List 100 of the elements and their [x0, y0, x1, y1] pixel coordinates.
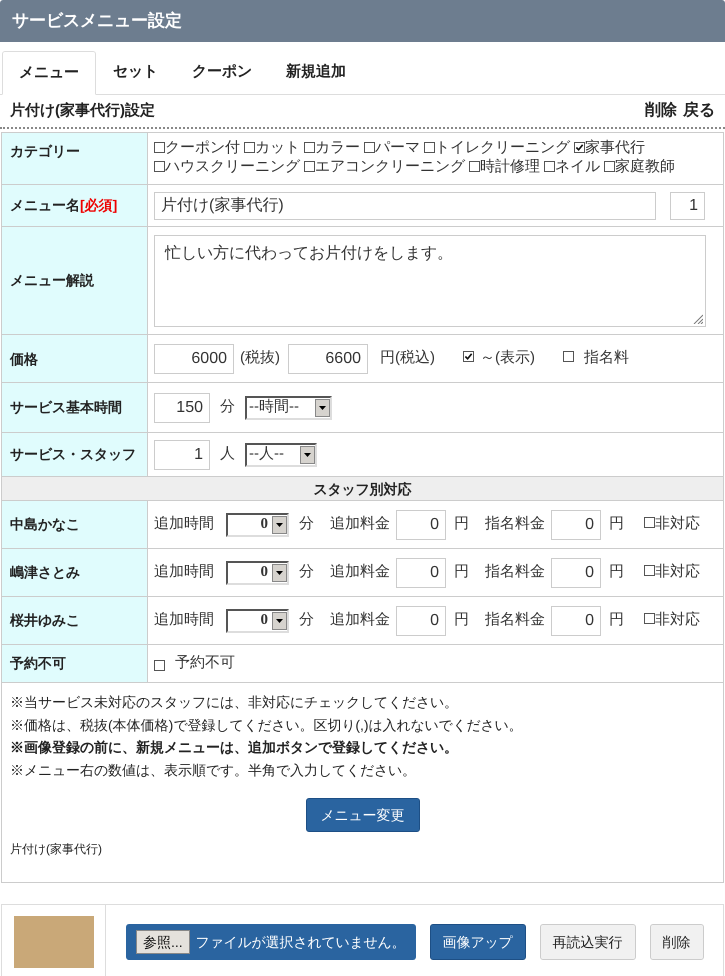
unit-label: 円(税込) — [380, 348, 435, 368]
number-input[interactable]: 150 — [154, 392, 210, 422]
checkbox-label: ネイル — [555, 157, 600, 176]
tab[interactable]: クーポン — [175, 50, 269, 94]
checkbox[interactable] — [644, 613, 655, 624]
checkbox[interactable] — [424, 142, 435, 153]
dropdown[interactable]: 0 — [226, 608, 289, 632]
fee-input[interactable]: 0 — [551, 606, 601, 636]
checkbox-label: 非対応 — [655, 562, 700, 582]
unit-label: 円 — [609, 610, 624, 630]
unit-label: 円 — [609, 562, 624, 582]
field-label: サービス・スタッフ — [10, 445, 136, 464]
checkbox-label: 非対応 — [655, 514, 700, 534]
field-label: メニュー解説 — [10, 271, 94, 290]
textarea[interactable]: 忙しい方に代わってお片付けをします。 — [154, 234, 706, 326]
table-heading: スタッフ別対応 — [2, 477, 723, 501]
dropdown[interactable]: --人-- — [245, 442, 317, 466]
fee-input[interactable]: 0 — [396, 558, 446, 588]
checkbox[interactable] — [304, 142, 315, 153]
unit-label: 円 — [454, 610, 469, 630]
field-label: 指名料金 — [485, 514, 545, 534]
checkbox-label: カット — [255, 138, 300, 157]
field-label: 価格 — [10, 350, 38, 369]
fee-input[interactable]: 0 — [396, 606, 446, 636]
tab[interactable]: 新規追加 — [269, 50, 363, 94]
checkbox[interactable] — [364, 142, 375, 153]
checkbox-label: ハウスクリーニング — [165, 157, 300, 176]
caption-text: 片付け(家事代行) — [10, 841, 103, 858]
price-input[interactable]: 6000 — [154, 344, 234, 374]
fee-input[interactable]: 0 — [551, 558, 601, 588]
checkbox[interactable] — [604, 161, 615, 172]
price-input[interactable]: 6600 — [288, 344, 368, 374]
upload-action-button[interactable]: 再読込実行 — [540, 924, 636, 960]
checkbox[interactable] — [544, 161, 555, 172]
checkbox-label: 予約不可 — [175, 653, 235, 674]
checkbox[interactable] — [563, 351, 574, 362]
note-text: ※メニュー右の数値は、表示順です。半角で入力してください。 — [10, 760, 417, 780]
field-label: 追加時間 — [154, 514, 214, 534]
checkbox[interactable] — [644, 517, 655, 528]
required-tag: [必須] — [80, 195, 118, 216]
number-input[interactable]: 1 — [154, 440, 210, 470]
caret-icon — [300, 446, 315, 464]
action-link[interactable]: 削除 — [645, 99, 677, 123]
checkbox-label: ～(表示) — [480, 348, 535, 368]
checkbox-label: 指名料 — [584, 348, 629, 368]
field-label: メニュー名 — [10, 196, 80, 215]
fee-input[interactable]: 0 — [551, 510, 601, 540]
field-label: カテゴリー — [10, 142, 80, 161]
order-input[interactable]: 1 — [670, 192, 705, 220]
checkbox[interactable] — [469, 161, 480, 172]
unit-label: (税抜) — [240, 348, 280, 368]
field-label: 桜井ゆみこ — [10, 611, 80, 630]
checkbox-label: 家事代行 — [585, 138, 645, 157]
fee-input[interactable]: 0 — [396, 510, 446, 540]
unit-label: 分 — [299, 514, 314, 534]
checkbox-label: トイレクリーニング — [435, 138, 570, 157]
checkbox-label: 時計修理 — [480, 157, 540, 176]
field-label: 指名料金 — [485, 610, 545, 630]
note-text: ※価格は、税抜(本体価格)で登録してください。区切り(,)は入れないでください。 — [10, 716, 524, 735]
checkbox[interactable] — [574, 142, 585, 153]
checkbox[interactable] — [644, 565, 655, 576]
checkbox[interactable] — [154, 142, 165, 153]
unit-label: 円 — [454, 514, 469, 534]
caret-icon — [315, 398, 330, 416]
dropdown[interactable]: --時間-- — [245, 396, 332, 420]
unit-label: 分 — [299, 610, 314, 630]
submit-button[interactable]: メニュー変更 — [306, 798, 420, 832]
checkbox[interactable] — [154, 660, 165, 671]
field-label: 追加時間 — [154, 562, 214, 582]
checkbox-label: パーマ — [375, 138, 420, 157]
checkbox[interactable] — [154, 161, 165, 172]
note-text: ※当サービス未対応のスタッフには、非対応にチェックしてください。 — [10, 693, 459, 712]
tab[interactable]: セット — [96, 50, 175, 94]
checkbox-label: エアコンクリーニング — [315, 157, 465, 176]
unit-label: 分 — [220, 397, 235, 418]
dropdown[interactable]: 0 — [226, 560, 289, 584]
text-input[interactable]: 片付け(家事代行) — [154, 192, 656, 220]
field-label: 予約不可 — [10, 654, 66, 673]
checkbox-label: 非対応 — [655, 610, 700, 630]
upload-action-button[interactable]: 画像アップ — [430, 924, 526, 960]
field-label: 中島かなこ — [10, 515, 80, 534]
field-label: 追加料金 — [330, 610, 390, 630]
dropdown[interactable]: 0 — [226, 512, 289, 536]
field-label: サービス基本時間 — [10, 398, 122, 417]
file-status-text: ファイルが選択されていません。 — [196, 932, 406, 952]
upload-action-button[interactable]: 削除 — [650, 924, 704, 960]
checkbox[interactable] — [463, 351, 474, 362]
action-link[interactable]: 戻る — [683, 99, 715, 123]
unit-label: 円 — [609, 514, 624, 534]
field-label: 指名料金 — [485, 562, 545, 582]
resize-grip-icon — [693, 314, 703, 324]
checkbox-label: カラー — [315, 138, 360, 157]
note-text: ※画像登録の前に、新規メニューは、追加ボタンで登録してください。 — [10, 738, 459, 757]
caret-icon — [272, 564, 287, 582]
browse-button[interactable]: 参照... — [136, 930, 190, 954]
tab[interactable]: メニュー — [2, 51, 96, 95]
file-picker[interactable]: 参照... ファイルが選択されていません。 — [126, 924, 416, 960]
caret-icon — [272, 612, 287, 630]
checkbox[interactable] — [304, 161, 315, 172]
checkbox[interactable] — [244, 142, 255, 153]
